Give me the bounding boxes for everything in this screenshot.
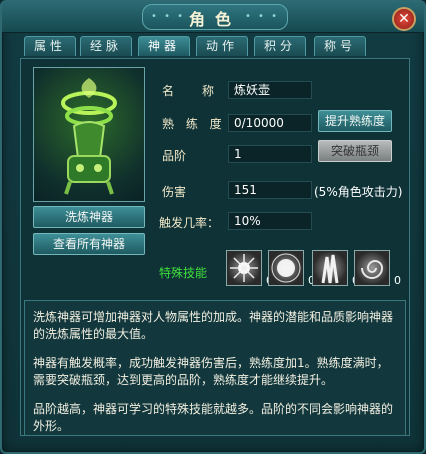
burst-skill-graphic xyxy=(230,254,258,282)
proficiency-label: 熟 练 度 xyxy=(162,117,226,131)
description-box: 洗炼神器可增加神器对人物属性的加成。神器的潜能和品质影响神器的洗炼属性的最大值。… xyxy=(24,300,406,436)
view-all-artifacts-button[interactable]: 查看所有神器 xyxy=(33,233,145,255)
refine-button[interactable]: 洗炼神器 xyxy=(33,206,145,228)
description-paragraph-rank: 品阶越高，神器可学习的特殊技能就越多。品阶的不同会影响神器的外形。 xyxy=(33,402,394,433)
tab-attributes[interactable]: 属性 xyxy=(24,36,76,56)
artifact-portrait xyxy=(33,67,145,202)
trigger-rate-value: 10% xyxy=(228,212,312,230)
pillar-skill-graphic xyxy=(321,254,339,284)
name-label: 名 称 xyxy=(162,84,223,98)
tab-artifact[interactable]: 神器 xyxy=(138,36,190,56)
character-window: • • • 角色 • • • ✕ 属性 经脉 神器 动作 积分 称号 洗炼神器 … xyxy=(0,0,426,454)
cauldron-artifact-icon xyxy=(61,78,117,195)
rank-label: 品阶 xyxy=(162,149,187,163)
description-paragraph-refine: 洗炼神器可增加神器对人物属性的加成。神器的潜能和品质影响神器的洗炼属性的最大值。 xyxy=(33,310,394,341)
tab-actions[interactable]: 动作 xyxy=(196,36,248,56)
burst-skill-icon[interactable]: 0 xyxy=(226,250,273,287)
skill-count: 0 xyxy=(394,274,401,287)
rank-value: 1 xyxy=(228,145,312,163)
tab-points[interactable]: 积分 xyxy=(254,36,306,56)
pillar-skill-icon[interactable]: 0 xyxy=(312,250,359,287)
improve-proficiency-button[interactable]: 提升熟练度 xyxy=(318,110,392,132)
flash-skill-graphic xyxy=(271,253,301,283)
description-paragraph-proficiency: 神器有触发概率，成功触发神器伤害后，熟练度加1。熟练度满时，需要突破瓶颈，达到更… xyxy=(33,356,389,387)
proficiency-value: 0/10000 xyxy=(228,114,312,132)
close-icon: ✕ xyxy=(398,11,410,27)
special-skills-label: 特殊技能 xyxy=(159,266,208,280)
vortex-skill-graphic xyxy=(361,260,384,279)
tab-titles[interactable]: 称号 xyxy=(314,36,366,56)
breakthrough-button[interactable]: 突破瓶颈 xyxy=(318,140,392,162)
vortex-skill-icon[interactable]: 0 xyxy=(354,250,401,287)
title-ornament-right: • • • xyxy=(244,11,279,22)
damage-value: 151 xyxy=(228,181,312,199)
name-value: 炼妖壶 xyxy=(228,81,312,99)
damage-note: (5%角色攻击力) xyxy=(314,185,403,199)
title-bar[interactable]: • • • 角色 • • • ✕ xyxy=(2,2,424,33)
trigger-rate-label: 触发几率： xyxy=(159,216,220,230)
title-plate: • • • 角色 • • • xyxy=(142,4,288,30)
close-button[interactable]: ✕ xyxy=(392,7,416,31)
tab-meridians[interactable]: 经脉 xyxy=(80,36,132,56)
flash-skill-icon[interactable]: 0 xyxy=(268,250,315,287)
damage-label: 伤害 xyxy=(162,185,187,199)
